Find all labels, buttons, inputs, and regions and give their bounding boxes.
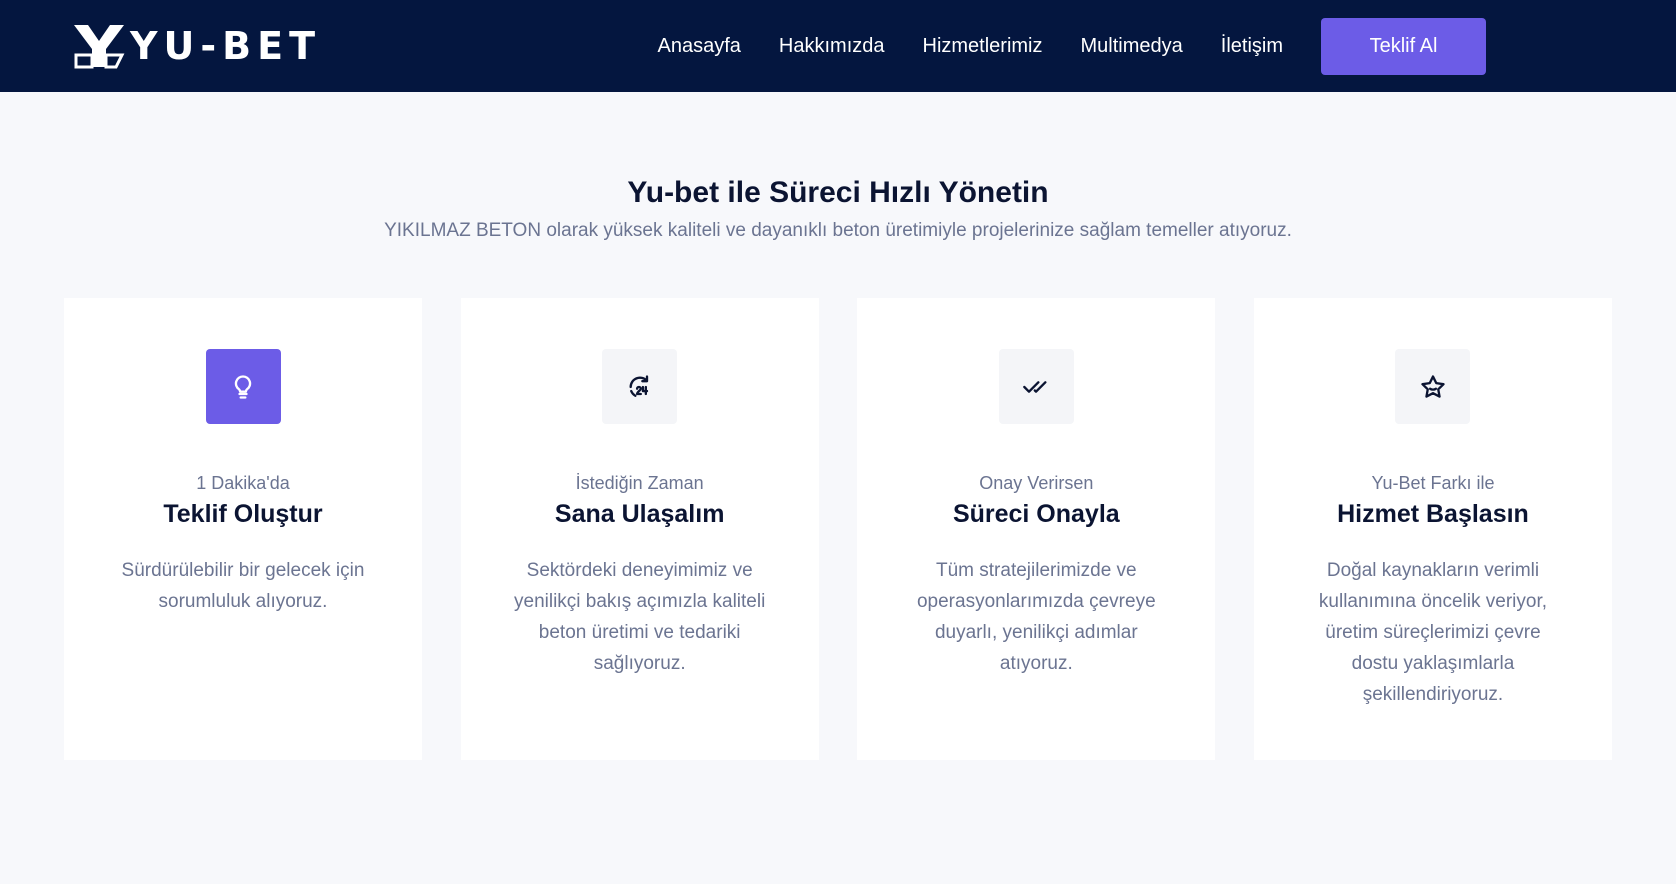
top-navbar: YU-BET Anasayfa Hakkımızda Hizmetlerimiz… [0, 0, 1676, 92]
brand-name: YU-BET [130, 24, 321, 68]
quote-button[interactable]: Teklif Al [1321, 17, 1486, 75]
section-subtitle: YIKILMAZ BETON olarak yüksek kaliteli ve… [384, 220, 1292, 241]
feature-card: Onay Verirsen Süreci Onayla Tüm strateji… [857, 298, 1216, 760]
feature-card: İstediğin Zaman Sana Ulaşalım Sektördeki… [460, 298, 819, 760]
card-description: Tüm stratejilerimizde ve operasyonlarımı… [916, 560, 1156, 674]
nav-link-iletisim[interactable]: İletişim [1221, 35, 1283, 58]
clock-24-icon [602, 349, 678, 424]
main-nav: Anasayfa Hakkımızda Hizmetlerimiz Multim… [658, 35, 1283, 58]
card-title: Teklif Oluştur [163, 500, 323, 528]
card-title: Hizmet Başlasın [1337, 500, 1529, 528]
card-title: Süreci Onayla [952, 500, 1120, 528]
card-eyebrow: Yu-Bet Farkı ile [1371, 473, 1495, 493]
feature-card: Yu-Bet Farkı ile Hizmet Başlasın Doğal k… [1253, 298, 1612, 760]
section-title: Yu-bet ile Süreci Hızlı Yönetin [627, 176, 1049, 209]
nav-link-hakkimizda[interactable]: Hakkımızda [779, 35, 885, 58]
logo-mark-icon [74, 25, 125, 69]
card-title: Sana Ulaşalım [554, 500, 725, 528]
feature-card: 1 Dakika'da Teklif Oluştur Sürdürülebili… [64, 298, 422, 760]
lightbulb-icon [205, 349, 281, 424]
card-description: Sektördeki deneyimimiz ve yenilikçi bakı… [514, 560, 766, 674]
nav-link-hizmetlerimiz[interactable]: Hizmetlerimiz [923, 35, 1043, 58]
process-section: Yu-bet ile Süreci Hızlı Yönetin YIKILMAZ… [0, 92, 1676, 760]
brand-logo[interactable]: YU-BET [70, 0, 321, 92]
feature-cards: 1 Dakika'da Teklif Oluştur Sürdürülebili… [64, 298, 1612, 760]
card-eyebrow: 1 Dakika'da [196, 473, 290, 493]
card-eyebrow: Onay Verirsen [979, 473, 1094, 493]
double-check-icon [998, 349, 1074, 424]
star-icon [1395, 349, 1471, 424]
card-description: Sürdürülebilir bir gelecek için sorumlul… [121, 560, 365, 612]
card-eyebrow: İstediğin Zaman [575, 473, 704, 493]
nav-link-multimedya[interactable]: Multimedya [1081, 35, 1183, 58]
footer-edge [0, 884, 1676, 892]
card-description: Doğal kaynakların verimli kullanımına ön… [1318, 560, 1548, 705]
nav-link-anasayfa[interactable]: Anasayfa [658, 35, 741, 58]
